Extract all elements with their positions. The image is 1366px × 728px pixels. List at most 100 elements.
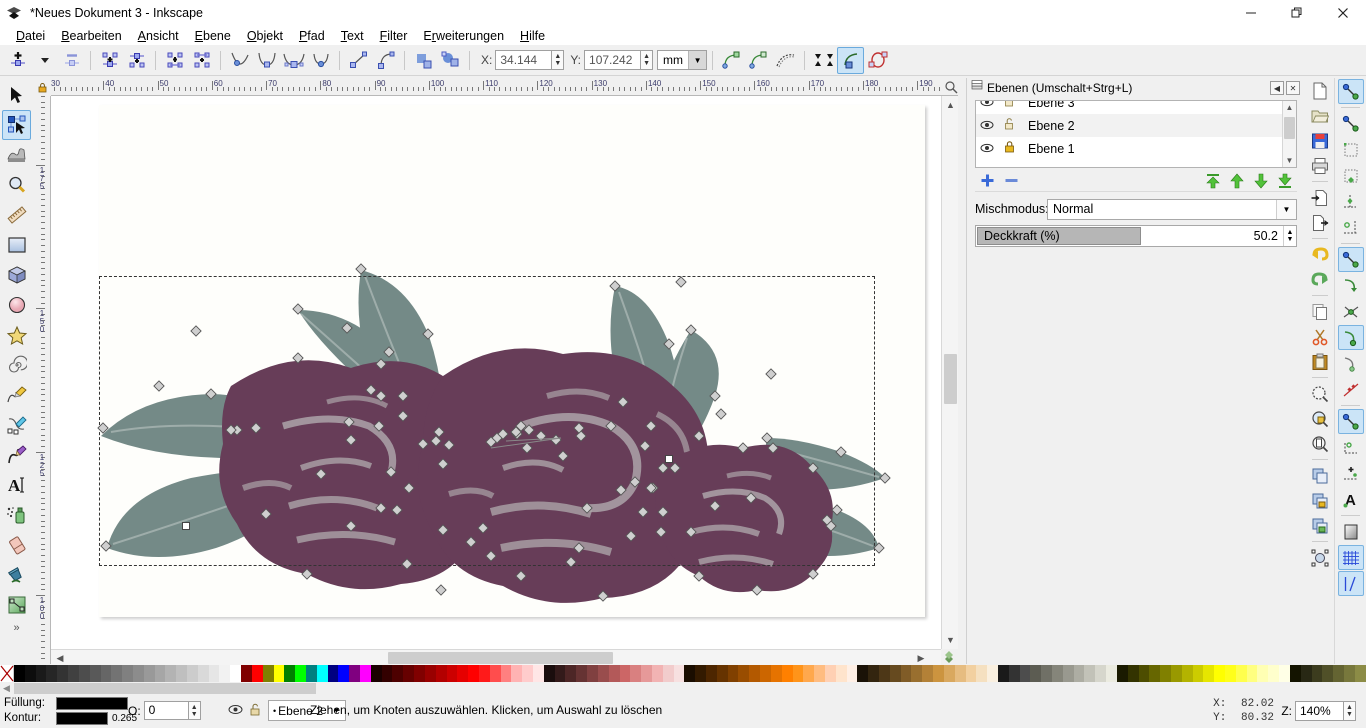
palette-swatch[interactable] (1052, 665, 1063, 682)
menu-erweiterungen[interactable]: Erweiterungen (415, 28, 512, 44)
snap-grid-button[interactable] (1338, 545, 1364, 570)
palette-swatch[interactable] (1160, 665, 1171, 682)
palette-swatch[interactable] (1106, 665, 1117, 682)
palette-swatch[interactable] (673, 665, 685, 682)
palette-swatch[interactable] (1311, 665, 1323, 682)
palette-swatch[interactable] (435, 665, 447, 682)
node-symmetric-button[interactable] (280, 47, 307, 74)
scroll-right-arrow[interactable]: ▶ (915, 650, 927, 666)
palette-swatch[interactable] (1246, 665, 1258, 682)
blend-mode-select[interactable]: Normal ▼ (1047, 198, 1297, 220)
palette-swatch[interactable] (219, 665, 231, 682)
insert-node-dropdown[interactable] (31, 47, 58, 74)
palette-swatch[interactable] (381, 665, 393, 682)
palette-swatch[interactable] (316, 665, 328, 682)
close-button[interactable] (1320, 0, 1366, 26)
palette-swatch[interactable] (987, 665, 998, 682)
gradient-tool[interactable] (2, 590, 31, 620)
menu-text[interactable]: Text (333, 28, 372, 44)
palette-swatch[interactable] (770, 665, 782, 682)
palette-swatch[interactable] (576, 665, 588, 682)
eye-icon[interactable] (228, 704, 243, 718)
palette-swatch[interactable] (835, 665, 847, 682)
selector-tool[interactable] (2, 80, 31, 110)
palette-swatch[interactable] (543, 665, 555, 682)
palette-swatch[interactable] (738, 665, 750, 682)
lock-open-icon[interactable] (998, 101, 1020, 110)
palette-swatch[interactable] (57, 665, 69, 682)
tweak-tool[interactable] (2, 140, 31, 170)
restore-button[interactable] (1274, 0, 1320, 26)
zoom-control[interactable]: Z: 140% ▲ ▼ (1281, 701, 1356, 721)
palette-swatch[interactable] (35, 665, 47, 682)
ellipse-tool[interactable] (2, 290, 31, 320)
layer-row[interactable]: Ebene 3 (976, 101, 1296, 114)
close-icon[interactable]: ✕ (1286, 81, 1300, 95)
palette-swatch[interactable] (1289, 665, 1301, 682)
opacity-slider[interactable]: Deckkraft (%) (977, 227, 1141, 245)
snap-nodes-button[interactable] (1338, 247, 1364, 272)
palette-swatch[interactable] (1116, 665, 1128, 682)
palette-swatch[interactable] (187, 665, 198, 682)
palette-swatch[interactable] (1343, 665, 1355, 682)
box3d-tool[interactable] (2, 260, 31, 290)
palette-scroll-left-arrow[interactable]: ◀ (3, 683, 10, 694)
object-opacity-spin-arrows[interactable]: ▲ ▼ (187, 701, 201, 720)
palette-swatch[interactable] (1041, 665, 1052, 682)
palette-swatch[interactable] (1225, 665, 1236, 682)
delete-node-button[interactable] (58, 47, 85, 74)
node-cusp-button[interactable] (226, 47, 253, 74)
palette-swatch[interactable] (457, 665, 469, 682)
node-tool[interactable] (2, 110, 31, 140)
lower-layer-to-bottom-button[interactable] (1273, 171, 1297, 191)
palette-swatch[interactable] (478, 665, 490, 682)
remove-layer-button[interactable] (999, 171, 1023, 191)
palette-swatch[interactable] (997, 665, 1009, 682)
palette-scrollbar[interactable]: ◀ (0, 682, 1366, 695)
palette-swatch[interactable] (1030, 665, 1042, 682)
menu-objekt[interactable]: Objekt (239, 28, 291, 44)
palette-swatch[interactable] (1073, 665, 1085, 682)
zoom-drawing-button[interactable] (1307, 406, 1333, 431)
delete-segment-button[interactable] (188, 47, 215, 74)
palette-swatch[interactable] (868, 665, 879, 682)
stroke-row[interactable]: Kontur: 0.265 (4, 711, 137, 726)
minimize-button[interactable] (1228, 0, 1274, 26)
palette-swatch[interactable] (684, 665, 696, 682)
palette-swatch[interactable] (403, 665, 415, 682)
palette-swatch[interactable] (1257, 665, 1269, 682)
palette-swatch[interactable] (911, 665, 923, 682)
measure-tool[interactable] (2, 200, 31, 230)
palette-swatch[interactable] (803, 665, 815, 682)
vertical-scroll-thumb[interactable] (944, 354, 957, 404)
palette-swatch[interactable] (760, 665, 771, 682)
snap-others-button[interactable] (1338, 409, 1364, 434)
toolbox-overflow-button[interactable]: » (13, 622, 19, 634)
menu-datei[interactable]: Datei (8, 28, 53, 44)
redo-button[interactable] (1307, 267, 1333, 292)
zoom-input[interactable]: 140% (1295, 701, 1343, 721)
palette-swatch[interactable] (111, 665, 123, 682)
star-tool[interactable] (2, 320, 31, 350)
layer-scroll-thumb[interactable] (1284, 117, 1295, 139)
canvas-corner-icon[interactable] (941, 649, 958, 665)
palette-swatch[interactable] (143, 665, 155, 682)
palette-swatch[interactable] (749, 665, 761, 682)
palette-swatch[interactable] (327, 665, 339, 682)
raise-layer-button[interactable] (1225, 171, 1249, 191)
palette-swatch[interactable] (889, 665, 901, 682)
palette-swatch[interactable] (89, 665, 101, 682)
scroll-down-arrow[interactable]: ▼ (942, 633, 959, 647)
snap-midpoint-button[interactable] (1338, 377, 1364, 402)
break-nodes-button[interactable] (123, 47, 150, 74)
zoom-page-button[interactable] (1307, 431, 1333, 456)
stroke-to-path-button[interactable] (437, 47, 464, 74)
collapse-icon[interactable]: ◀ (1270, 81, 1284, 95)
join-nodes-button[interactable] (96, 47, 123, 74)
palette-swatch[interactable] (370, 665, 382, 682)
spiral-tool[interactable] (2, 350, 31, 380)
menu-filter[interactable]: Filter (372, 28, 416, 44)
palette-swatch[interactable] (68, 665, 79, 682)
palette-swatch[interactable] (954, 665, 966, 682)
palette-swatch[interactable] (1354, 665, 1366, 682)
